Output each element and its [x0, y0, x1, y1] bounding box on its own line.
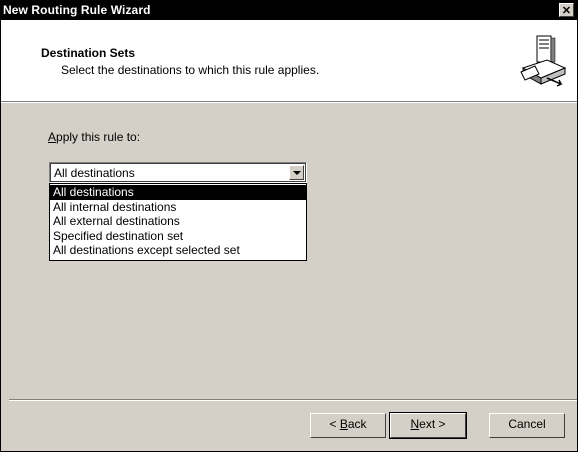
combo-selected-value: All destinations: [54, 166, 135, 180]
dropdown-button[interactable]: [289, 165, 304, 180]
dropdown-option[interactable]: All internal destinations: [50, 200, 306, 215]
close-icon[interactable]: ✕: [559, 3, 574, 17]
cancel-button[interactable]: Cancel: [489, 413, 565, 438]
wizard-window: New Routing Rule Wizard ✕ Destination Se…: [0, 0, 578, 452]
page-title: Destination Sets: [41, 46, 136, 60]
header-divider: [1, 101, 577, 103]
footer-divider: [9, 399, 577, 401]
dropdown-option[interactable]: All destinations: [50, 185, 306, 200]
dropdown-option[interactable]: All external destinations: [50, 214, 306, 229]
routing-computer-icon: [520, 35, 567, 87]
title-bar[interactable]: New Routing Rule Wizard ✕: [1, 1, 577, 20]
page-subtitle: Select the destinations to which this ru…: [61, 63, 320, 77]
apply-rule-combobox[interactable]: All destinations: [49, 162, 307, 183]
dropdown-option[interactable]: Specified destination set: [50, 229, 306, 244]
chevron-down-icon: [293, 171, 301, 175]
destination-dropdown-list[interactable]: All destinations All internal destinatio…: [49, 183, 307, 261]
wizard-header: Destination Sets Select the destinations…: [1, 20, 577, 101]
back-button[interactable]: < Back: [310, 413, 386, 438]
dropdown-option[interactable]: All destinations except selected set: [50, 243, 306, 258]
apply-rule-label: Apply this rule to:: [48, 130, 141, 144]
window-title: New Routing Rule Wizard: [3, 3, 151, 17]
next-button[interactable]: Next >: [389, 412, 467, 439]
